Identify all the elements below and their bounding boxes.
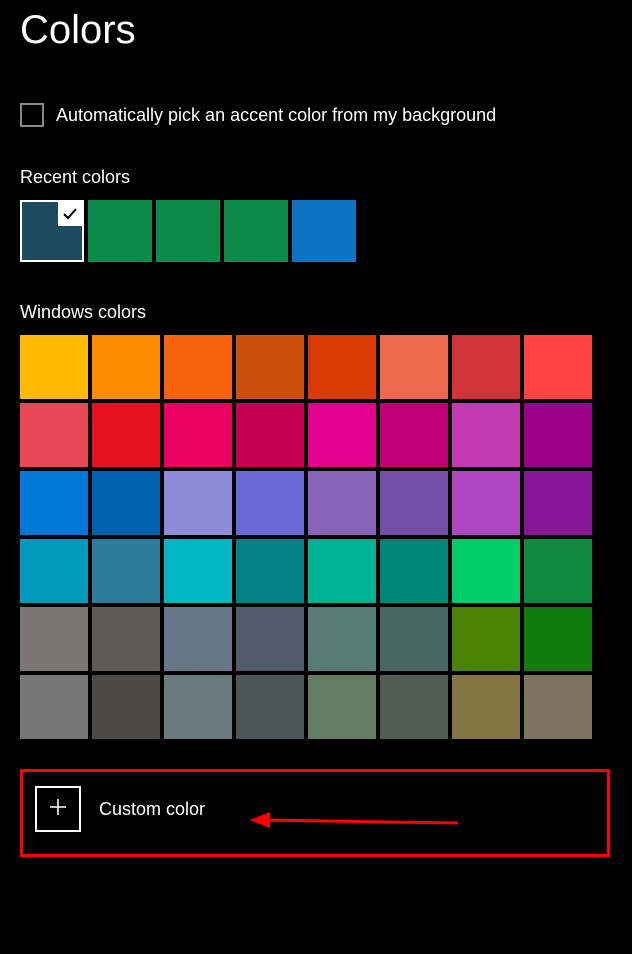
windows-color-swatch[interactable]: [524, 539, 592, 603]
recent-color-swatch[interactable]: [20, 200, 84, 262]
windows-color-swatch[interactable]: [524, 675, 592, 739]
windows-color-swatch[interactable]: [452, 675, 520, 739]
windows-color-swatch[interactable]: [452, 539, 520, 603]
windows-color-swatch[interactable]: [236, 403, 304, 467]
recent-color-swatch[interactable]: [156, 200, 220, 262]
windows-color-swatch[interactable]: [452, 607, 520, 671]
windows-color-swatch[interactable]: [236, 539, 304, 603]
windows-color-swatch[interactable]: [380, 335, 448, 399]
windows-color-swatch[interactable]: [92, 403, 160, 467]
windows-colors-grid: [20, 335, 612, 739]
windows-color-swatch[interactable]: [236, 675, 304, 739]
windows-color-swatch[interactable]: [236, 607, 304, 671]
custom-color-label: Custom color: [99, 799, 205, 820]
windows-color-swatch[interactable]: [92, 607, 160, 671]
windows-color-swatch[interactable]: [452, 335, 520, 399]
windows-color-swatch[interactable]: [20, 335, 88, 399]
windows-color-swatch[interactable]: [164, 675, 232, 739]
windows-color-swatch[interactable]: [308, 539, 376, 603]
recent-color-swatch[interactable]: [224, 200, 288, 262]
checkbox-label: Automatically pick an accent color from …: [56, 105, 496, 126]
recent-colors-grid: [20, 200, 612, 262]
windows-color-swatch[interactable]: [20, 675, 88, 739]
windows-color-swatch[interactable]: [92, 675, 160, 739]
windows-color-swatch[interactable]: [164, 335, 232, 399]
check-icon: [58, 202, 82, 226]
checkbox-box[interactable]: [20, 103, 44, 127]
recent-color-swatch[interactable]: [292, 200, 356, 262]
windows-color-swatch[interactable]: [164, 607, 232, 671]
windows-color-swatch[interactable]: [308, 607, 376, 671]
annotation-arrow: [248, 808, 463, 853]
windows-colors-label: Windows colors: [20, 302, 612, 323]
windows-color-swatch[interactable]: [380, 675, 448, 739]
windows-color-swatch[interactable]: [20, 403, 88, 467]
windows-color-swatch[interactable]: [524, 607, 592, 671]
accent-color-checkbox-row[interactable]: Automatically pick an accent color from …: [20, 103, 612, 127]
windows-color-swatch[interactable]: [164, 539, 232, 603]
windows-color-swatch[interactable]: [20, 607, 88, 671]
custom-color-button[interactable]: [35, 786, 81, 832]
windows-color-swatch[interactable]: [20, 539, 88, 603]
windows-color-swatch[interactable]: [452, 471, 520, 535]
windows-color-swatch[interactable]: [380, 403, 448, 467]
custom-color-highlight: Custom color: [20, 769, 610, 857]
windows-color-swatch[interactable]: [380, 607, 448, 671]
windows-color-swatch[interactable]: [308, 471, 376, 535]
windows-color-swatch[interactable]: [164, 471, 232, 535]
windows-color-swatch[interactable]: [236, 335, 304, 399]
windows-color-swatch[interactable]: [20, 471, 88, 535]
windows-color-swatch[interactable]: [524, 403, 592, 467]
page-title: Colors: [20, 8, 612, 53]
windows-color-swatch[interactable]: [164, 403, 232, 467]
plus-icon: [48, 797, 68, 822]
windows-color-swatch[interactable]: [236, 471, 304, 535]
windows-color-swatch[interactable]: [92, 335, 160, 399]
recent-color-swatch[interactable]: [88, 200, 152, 262]
windows-color-swatch[interactable]: [308, 335, 376, 399]
windows-color-swatch[interactable]: [92, 539, 160, 603]
windows-color-swatch[interactable]: [524, 335, 592, 399]
windows-color-swatch[interactable]: [452, 403, 520, 467]
recent-colors-label: Recent colors: [20, 167, 612, 188]
windows-color-swatch[interactable]: [308, 403, 376, 467]
windows-color-swatch[interactable]: [524, 471, 592, 535]
windows-color-swatch[interactable]: [308, 675, 376, 739]
windows-color-swatch[interactable]: [380, 471, 448, 535]
windows-color-swatch[interactable]: [380, 539, 448, 603]
windows-color-swatch[interactable]: [92, 471, 160, 535]
